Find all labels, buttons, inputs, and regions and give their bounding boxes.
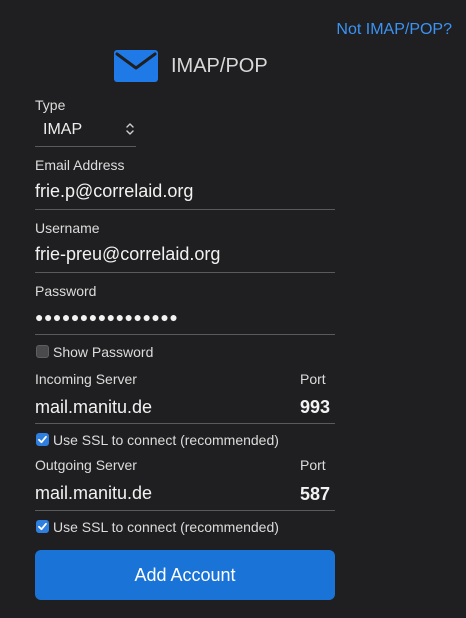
page-title: IMAP/POP [171, 55, 268, 77]
incoming-port-label: Port [300, 371, 326, 387]
outgoing-server-label: Outgoing Server [35, 457, 137, 473]
email-label: Email Address [35, 157, 125, 173]
type-select[interactable]: IMAP [43, 121, 82, 139]
not-imap-pop-link[interactable]: Not IMAP/POP? [336, 21, 452, 39]
checkmark-icon [38, 435, 47, 444]
mail-envelope-icon [114, 50, 158, 82]
email-field[interactable]: frie.p@correlaid.org [35, 181, 193, 202]
email-underline [35, 209, 335, 210]
chevron-up-down-icon[interactable] [124, 120, 136, 138]
type-label: Type [35, 97, 66, 113]
outgoing-port-label: Port [300, 457, 326, 473]
outgoing-ssl-label: Use SSL to connect (recommended) [53, 519, 279, 535]
outgoing-port-field[interactable]: 587 [300, 484, 330, 505]
username-underline [35, 272, 335, 273]
incoming-ssl-checkbox[interactable] [36, 433, 49, 446]
username-label: Username [35, 220, 100, 236]
show-password-label: Show Password [53, 344, 154, 360]
password-underline [35, 334, 335, 335]
incoming-server-label: Incoming Server [35, 371, 137, 387]
outgoing-server-field[interactable]: mail.manitu.de [35, 483, 152, 504]
show-password-checkbox[interactable] [36, 345, 49, 358]
outgoing-ssl-checkbox[interactable] [36, 520, 49, 533]
incoming-ssl-label: Use SSL to connect (recommended) [53, 432, 279, 448]
incoming-port-field[interactable]: 993 [300, 397, 330, 418]
checkmark-icon [38, 522, 47, 531]
type-select-underline [35, 146, 136, 147]
add-account-button[interactable]: Add Account [35, 550, 335, 600]
outgoing-underline [35, 510, 335, 511]
incoming-underline [35, 423, 335, 424]
password-label: Password [35, 283, 97, 299]
password-field[interactable]: ●●●●●●●●●●●●●●●● [35, 309, 178, 325]
username-field[interactable]: frie-preu@correlaid.org [35, 244, 220, 265]
incoming-server-field[interactable]: mail.manitu.de [35, 397, 152, 418]
